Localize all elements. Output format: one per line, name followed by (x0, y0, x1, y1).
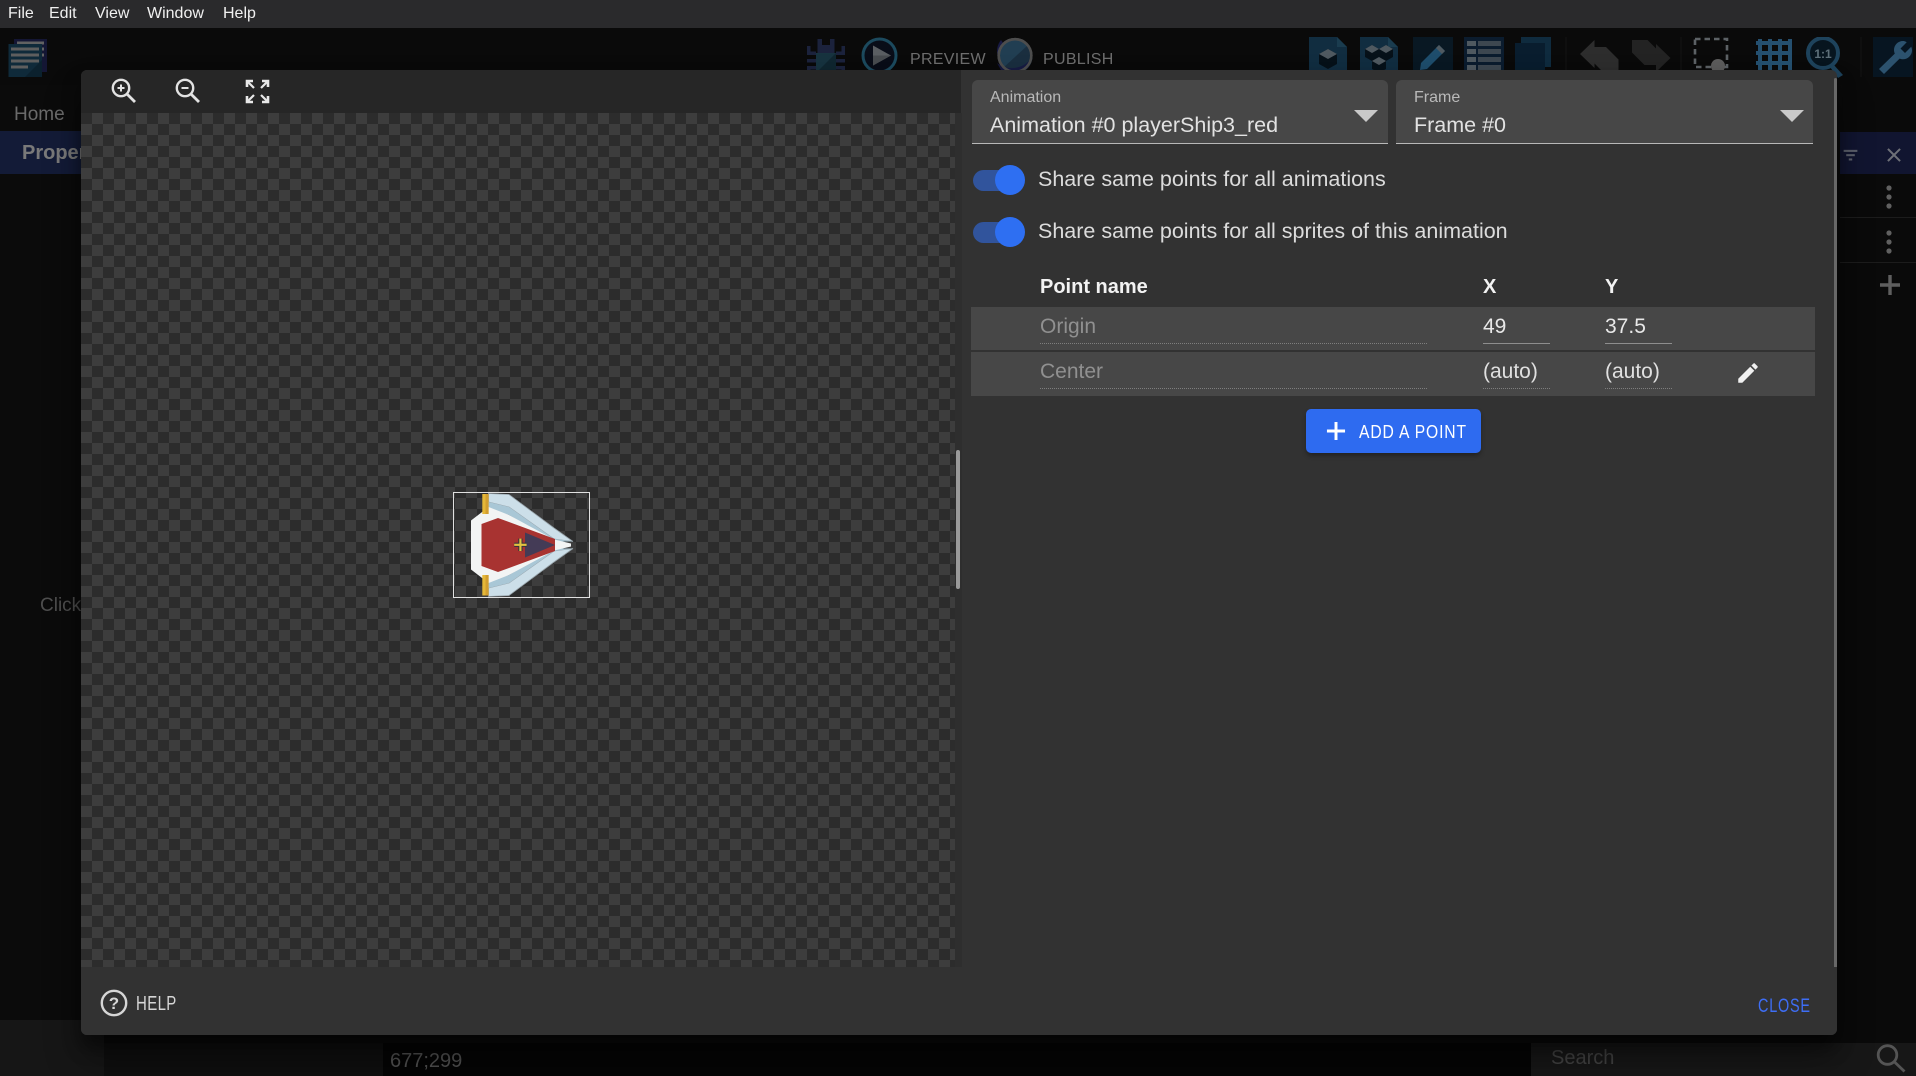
svg-text:?: ? (109, 994, 119, 1013)
